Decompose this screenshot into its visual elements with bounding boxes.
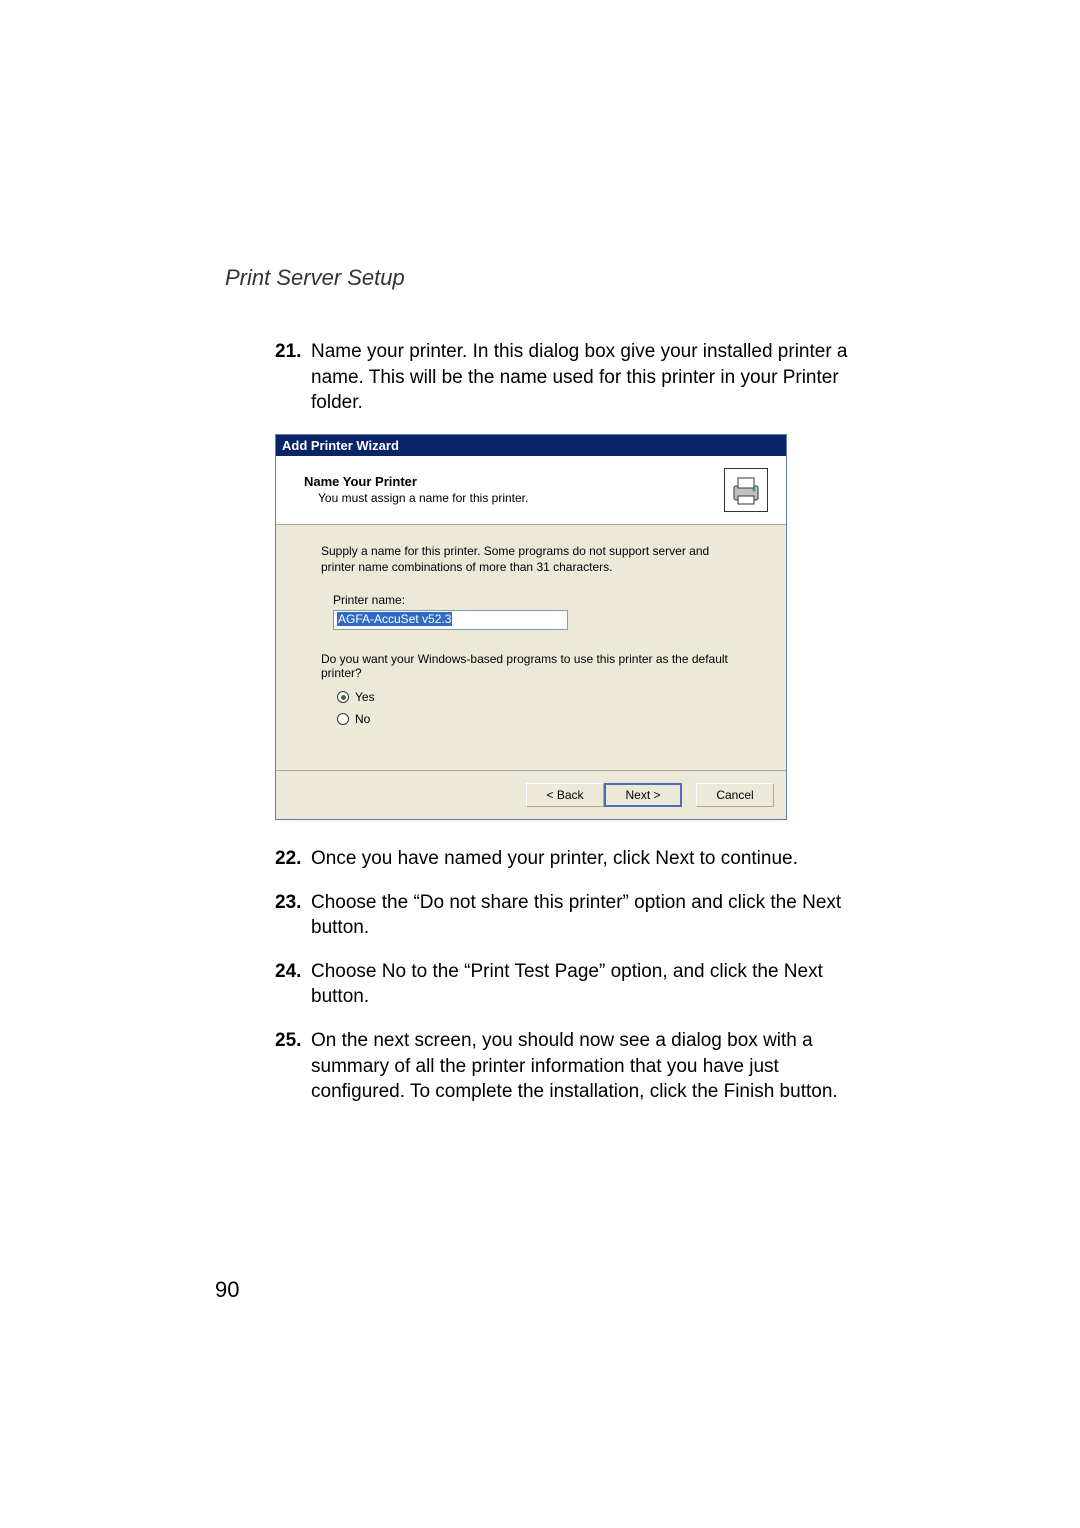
step-number: 25.	[275, 1028, 311, 1105]
step-24: 24. Choose No to the “Print Test Page” o…	[275, 959, 855, 1010]
step-text: On the next screen, you should now see a…	[311, 1028, 855, 1105]
printer-icon	[724, 468, 768, 512]
cancel-button[interactable]: Cancel	[696, 783, 774, 807]
step-25: 25. On the next screen, you should now s…	[275, 1028, 855, 1105]
wizard-header-title: Name Your Printer	[304, 474, 724, 489]
radio-yes[interactable]: Yes	[337, 690, 741, 704]
back-button[interactable]: < Back	[526, 783, 604, 807]
add-printer-wizard-dialog: Add Printer Wizard Name Your Printer You…	[275, 434, 787, 820]
step-number: 21.	[275, 339, 311, 416]
printer-name-value: AGFA-AccuSet v52.3	[337, 612, 452, 626]
step-number: 23.	[275, 890, 311, 941]
printer-name-label: Printer name:	[333, 593, 741, 607]
section-heading: Print Server Setup	[225, 265, 855, 291]
step-22: 22. Once you have named your printer, cl…	[275, 846, 855, 872]
next-button[interactable]: Next >	[604, 783, 682, 807]
radio-unselected-icon	[337, 713, 349, 725]
wizard-instruction: Supply a name for this printer. Some pro…	[321, 543, 741, 575]
radio-selected-icon	[337, 691, 349, 703]
radio-no[interactable]: No	[337, 712, 741, 726]
wizard-header: Name Your Printer You must assign a name…	[276, 456, 786, 525]
dialog-titlebar: Add Printer Wizard	[276, 435, 786, 456]
default-printer-question: Do you want your Windows-based programs …	[321, 652, 741, 680]
step-21: 21. Name your printer. In this dialog bo…	[275, 339, 855, 416]
step-text: Choose No to the “Print Test Page” optio…	[311, 959, 855, 1010]
step-text: Once you have named your printer, click …	[311, 846, 855, 872]
page-number: 90	[215, 1277, 239, 1303]
wizard-body: Supply a name for this printer. Some pro…	[276, 525, 786, 770]
wizard-header-subtitle: You must assign a name for this printer.	[304, 491, 724, 505]
step-text: Choose the “Do not share this printer” o…	[311, 890, 855, 941]
radio-yes-label: Yes	[355, 690, 375, 704]
wizard-footer: < Back Next > Cancel	[276, 770, 786, 819]
step-number: 24.	[275, 959, 311, 1010]
step-23: 23. Choose the “Do not share this printe…	[275, 890, 855, 941]
step-text: Name your printer. In this dialog box gi…	[311, 339, 855, 416]
printer-name-input[interactable]: AGFA-AccuSet v52.3	[333, 610, 568, 630]
step-number: 22.	[275, 846, 311, 872]
radio-no-label: No	[355, 712, 370, 726]
